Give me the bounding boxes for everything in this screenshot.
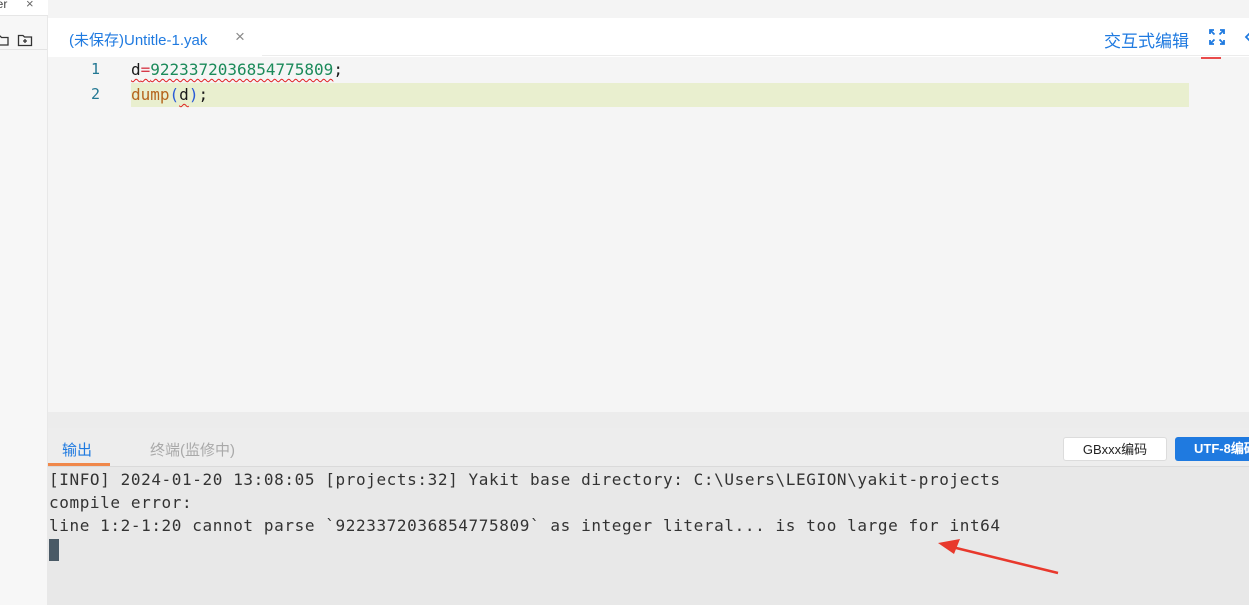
tab-output-label: 输出	[62, 442, 93, 459]
top-band	[48, 0, 1249, 18]
panel-header: 输出 终端(监修中) GBxxx编码 UTF-8编码	[48, 428, 1249, 466]
chevron-icon[interactable]	[1243, 30, 1249, 44]
code-token: (	[169, 85, 180, 104]
editor-tab-bar: (未保存)Untitle-1.yak × 交互式编辑	[48, 18, 1249, 56]
code-token: 9223372036854775809	[150, 60, 334, 79]
gbk-encoding-button[interactable]: GBxxx编码	[1063, 437, 1167, 461]
close-icon[interactable]: ×	[235, 27, 245, 47]
left-tab[interactable]: ler ×	[0, 0, 48, 16]
code-token: ;	[198, 85, 209, 104]
left-tab-label: ler	[0, 0, 8, 11]
current-line-highlight	[131, 83, 1189, 107]
console-line: [INFO] 2024-01-20 13:08:05 [projects:32]…	[49, 470, 1001, 489]
console-line: compile error:	[49, 493, 193, 512]
tab-terminal[interactable]: 终端(监修中)	[150, 439, 235, 460]
code-line[interactable]: d=9223372036854775809;	[131, 60, 343, 79]
terminal-cursor	[49, 539, 59, 561]
code-token: =	[140, 60, 151, 79]
line-number: 2	[90, 85, 100, 103]
left-sidebar: ler ×	[0, 0, 48, 605]
file-tab-label: (未保存)Untitle-1.yak	[69, 32, 208, 49]
annotation-arrow	[938, 539, 1059, 575]
line-number: 1	[90, 60, 100, 78]
code-editor[interactable]: 1 d=9223372036854775809; 2 dump(d);	[48, 57, 1249, 412]
code-token: d	[179, 85, 189, 104]
panel-separator[interactable]	[48, 412, 1249, 428]
code-token: d	[131, 60, 141, 79]
console-line: line 1:2-1:20 cannot parse `922337203685…	[49, 516, 1001, 535]
close-icon[interactable]: ×	[26, 0, 34, 11]
code-line[interactable]: dump(d);	[131, 85, 208, 104]
utf8-encoding-button[interactable]: UTF-8编码	[1175, 437, 1249, 461]
code-token: ;	[333, 60, 343, 79]
file-tab[interactable]: (未保存)Untitle-1.yak ×	[48, 18, 262, 56]
code-token: )	[188, 85, 199, 104]
open-folder-icon[interactable]	[0, 32, 10, 48]
code-token: dump	[131, 85, 170, 104]
fullscreen-icon[interactable]	[1208, 28, 1226, 46]
interactive-edit-button[interactable]: 交互式编辑	[1104, 27, 1189, 52]
new-folder-icon[interactable]	[17, 32, 33, 48]
error-marker	[1201, 57, 1221, 61]
file-tree-toolbar	[0, 30, 48, 50]
